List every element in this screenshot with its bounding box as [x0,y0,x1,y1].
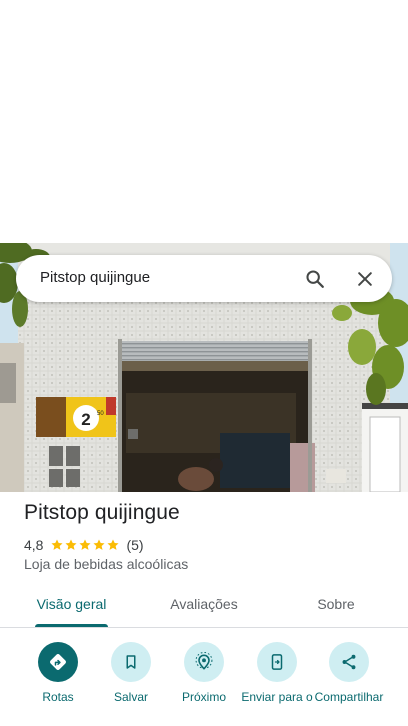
share-label: Compartilhar [314,690,384,704]
send-to-phone-label: Enviar para o [241,690,313,704]
star-icon [107,538,120,550]
tab-about[interactable]: Sobre [306,596,366,612]
place-category: Loja de bebidas alcoólicas [24,556,189,572]
bookmark-icon [126,655,136,669]
star-icon [79,538,92,550]
tab-overview[interactable]: Visão geral [35,596,108,612]
directions-label: Rotas [42,690,74,704]
clear-search-button[interactable] [352,266,378,292]
place-details-screen: 2 50 Pitstop quijingue Pitstop quijingue… [0,0,408,726]
nearby-label: Próximo [181,690,226,704]
save-label: Salvar [113,690,148,704]
tab-reviews[interactable]: Avaliações [164,596,244,612]
directions-icon [50,654,66,670]
rating-row[interactable]: 4,8 (5) [24,536,144,553]
share-button[interactable]: Compartilhar [309,642,389,704]
sign-price-text: 50 [97,411,104,417]
send-to-phone-circle [257,642,297,682]
directions-button[interactable]: Rotas [18,642,98,704]
star-icon [65,538,78,550]
nearby-button[interactable]: Próximo [164,642,244,704]
search-bar[interactable]: Pitstop quijingue [16,255,392,302]
save-button[interactable]: Salvar [91,642,171,704]
search-input[interactable]: Pitstop quijingue [40,269,150,286]
star-icon [93,538,106,550]
tabs-divider [0,627,408,628]
search-icon [306,270,324,288]
save-circle [111,642,151,682]
close-icon [358,272,372,286]
review-count: (5) [126,536,144,553]
star-icon [51,538,64,550]
share-circle [329,642,369,682]
rating-stars [50,538,120,552]
share-icon [342,654,356,670]
sign-number-text: 2 [81,410,90,429]
directions-circle [38,642,78,682]
nearby-circle [184,642,224,682]
send-to-phone-button[interactable]: Enviar para o [237,642,317,704]
nearby-icon [195,652,213,670]
search-button[interactable] [302,266,328,292]
send-to-phone-icon [271,654,283,670]
place-title: Pitstop quijingue [24,501,180,524]
rating-value: 4,8 [24,536,44,553]
